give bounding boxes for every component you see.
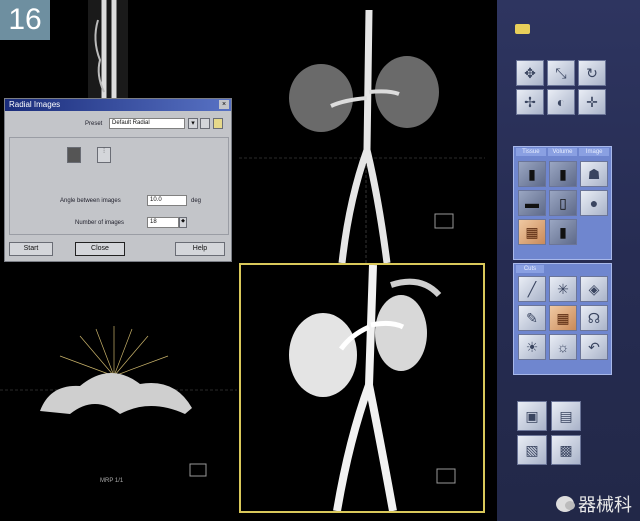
preset-folder-icon[interactable] xyxy=(213,118,223,129)
tool-palette: ✥ ⤡ ↻ ✢ ◐ ✛ Tissue Volume Image ▮ ▮ ☗ ▬ … xyxy=(497,0,640,521)
close-icon[interactable]: × xyxy=(219,100,229,109)
number-input[interactable]: 18 xyxy=(147,217,179,228)
volume-render-icon[interactable]: ▮ xyxy=(549,219,577,245)
cut-freehand-icon[interactable]: ✎ xyxy=(518,305,546,331)
crosshair-icon[interactable]: ✛ xyxy=(578,89,606,115)
preset-select[interactable]: Default Radial xyxy=(109,118,185,129)
viewport-bottom-right-active[interactable] xyxy=(239,263,485,513)
cut-head-icon[interactable]: ☊ xyxy=(580,305,608,331)
snapshot-icon[interactable]: ▣ xyxy=(517,401,547,431)
folder-icon[interactable] xyxy=(515,24,530,34)
help-button[interactable]: Help xyxy=(175,242,225,256)
cut-plane-icon[interactable]: ╱ xyxy=(518,276,546,302)
rendering-tab-panel: Tissue Volume Image ▮ ▮ ☗ ▬ ▯ ● ▦ ▮ xyxy=(513,146,612,260)
angle-unit: deg xyxy=(191,198,202,204)
watermark: 器械科 xyxy=(556,491,632,517)
tab-image[interactable]: Image xyxy=(579,148,610,156)
viewport-bottom-left[interactable]: MRP 1/1 xyxy=(0,266,237,513)
vessel-render-icon[interactable]: ▮ xyxy=(549,161,577,187)
number-label: Number of images xyxy=(75,220,125,226)
radial-images-dialog: Radial Images × Preset Default Radial ▾ … xyxy=(4,98,232,262)
start-button[interactable]: Start xyxy=(9,242,53,256)
rotate-free-icon[interactable]: ✥ xyxy=(516,60,544,86)
slab-render-icon[interactable]: ▬ xyxy=(518,190,546,216)
watermark-text: 器械科 xyxy=(578,495,632,515)
pan-icon[interactable]: ✢ xyxy=(516,89,544,115)
cut-region-icon[interactable]: ▦ xyxy=(549,305,577,331)
cut-sculpt-icon[interactable]: ✳ xyxy=(549,276,577,302)
bone-render-icon[interactable]: ▮ xyxy=(518,161,546,187)
light-icon[interactable]: ☀ xyxy=(518,334,546,360)
zoom-icon[interactable]: ⤡ xyxy=(547,60,575,86)
head-render-icon[interactable]: ● xyxy=(580,190,608,216)
viewport-top-right[interactable] xyxy=(239,10,485,263)
preset-edit-icon[interactable] xyxy=(200,118,210,129)
axis-mode-icon[interactable]: ⫶ xyxy=(97,147,111,163)
tab-tissue[interactable]: Tissue xyxy=(516,148,546,156)
coronal-mip-image xyxy=(239,10,485,263)
renal-angiography-image xyxy=(289,265,456,511)
angle-label: Angle between images xyxy=(60,198,121,204)
print-icon[interactable]: ▧ xyxy=(517,435,547,465)
output-tools: ▣ ▤ ▧ ▩ xyxy=(517,401,581,465)
number-stepper[interactable]: ◆ xyxy=(179,217,187,228)
mip-render-icon[interactable]: ▯ xyxy=(549,190,577,216)
cuts-tab-panel: Cuts ╱ ✳ ◈ ✎ ▦ ☊ ☀ ☼ ↶ xyxy=(513,263,612,375)
skull-render-icon[interactable]: ☗ xyxy=(580,161,608,187)
dialog-title: Radial Images xyxy=(5,99,231,111)
undo-cut-icon[interactable]: ↶ xyxy=(580,334,608,360)
skin-render-icon[interactable]: ▦ xyxy=(518,219,546,245)
tab-cuts[interactable]: Cuts xyxy=(516,265,544,273)
cut-box-icon[interactable]: ◈ xyxy=(580,276,608,302)
radial-mode-icon[interactable] xyxy=(67,147,81,163)
close-button[interactable]: Close xyxy=(75,242,125,256)
figure-number-badge: 16 xyxy=(0,0,50,40)
tab-volume[interactable]: Volume xyxy=(547,148,578,156)
axial-radial-image xyxy=(0,326,237,477)
rotate-icon[interactable]: ↻ xyxy=(578,60,606,86)
navigation-tools: ✥ ⤡ ↻ ✢ ◐ ✛ xyxy=(516,60,606,115)
viewport-caption: MRP 1/1 xyxy=(100,478,124,484)
export-icon[interactable]: ▩ xyxy=(551,435,581,465)
angle-input[interactable]: 10.0 xyxy=(147,195,187,206)
window-level-icon[interactable]: ◐ xyxy=(547,89,575,115)
bulb-icon[interactable]: ☼ xyxy=(549,334,577,360)
preset-label: Preset xyxy=(85,121,103,127)
film-icon[interactable]: ▤ xyxy=(551,401,581,431)
preset-save-icon[interactable]: ▾ xyxy=(188,118,198,129)
wechat-icon xyxy=(556,496,575,512)
